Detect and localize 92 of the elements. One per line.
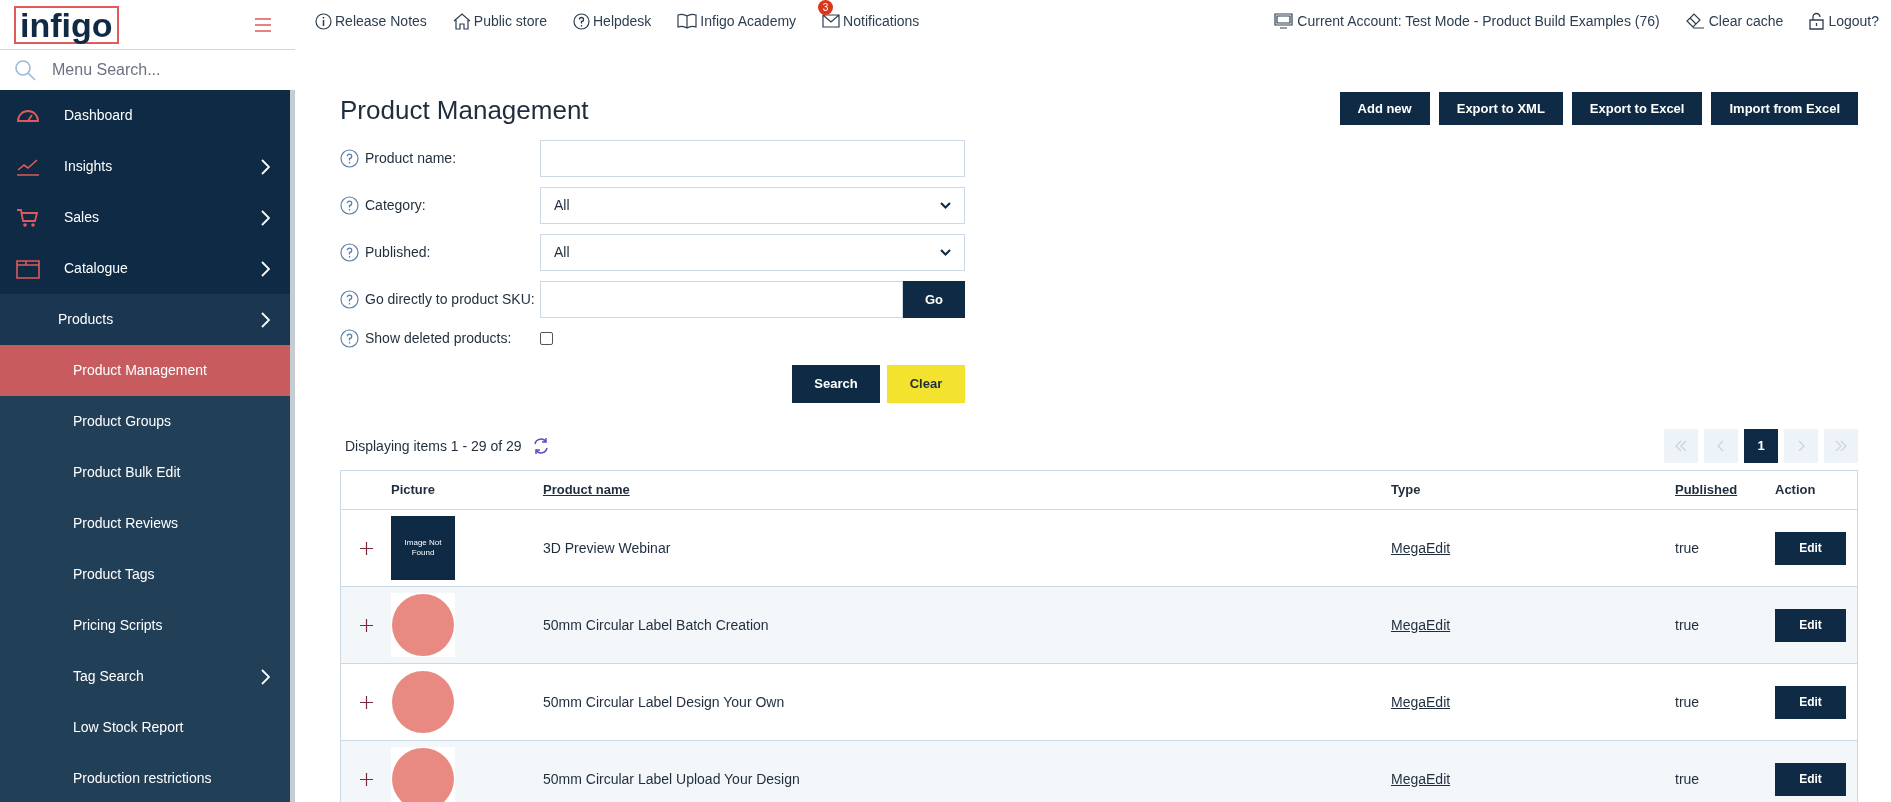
chevron-right-icon bbox=[260, 158, 270, 175]
logo[interactable]: infigo bbox=[14, 5, 119, 44]
type-link[interactable]: MegaEdit bbox=[1391, 614, 1451, 636]
gauge-icon bbox=[16, 107, 40, 124]
top-nav-link[interactable]: Infigo Academy bbox=[677, 10, 797, 32]
edit-button[interactable]: Edit bbox=[1775, 608, 1846, 642]
column-header: Action bbox=[1775, 481, 1816, 500]
expand-plus-icon[interactable] bbox=[359, 695, 373, 709]
filter-label: Category: bbox=[365, 196, 426, 215]
header-button[interactable]: Export to XML bbox=[1438, 92, 1563, 125]
notification-badge: 3 bbox=[818, 0, 834, 15]
edit-button[interactable]: Edit bbox=[1775, 685, 1846, 719]
chevron-down-icon bbox=[940, 249, 951, 256]
expand-plus-icon[interactable] bbox=[359, 772, 373, 786]
chevron-down-icon bbox=[940, 202, 951, 209]
top-nav-link[interactable]: Release Notes bbox=[315, 10, 427, 32]
header-button[interactable]: Add new bbox=[1339, 92, 1430, 125]
filter-label: Published: bbox=[365, 243, 431, 262]
sku-input-field[interactable] bbox=[540, 281, 903, 318]
edit-button[interactable]: Edit bbox=[1775, 762, 1846, 796]
page-button[interactable]: 1 bbox=[1744, 429, 1778, 463]
column-header: Type bbox=[1391, 481, 1421, 500]
table-cell-text: true bbox=[1675, 538, 1700, 558]
checkbox[interactable] bbox=[540, 332, 553, 345]
top-nav-link[interactable]: Helpdesk bbox=[573, 10, 652, 32]
sidebar-item[interactable]: Products bbox=[0, 294, 290, 345]
sidebar-item[interactable]: Catalogue bbox=[0, 243, 290, 294]
trend-chart-icon bbox=[16, 157, 40, 176]
eraser-icon bbox=[1685, 13, 1705, 29]
monitor-icon bbox=[1274, 13, 1294, 29]
table-cell-text: true bbox=[1675, 615, 1700, 635]
expand-plus-icon[interactable] bbox=[359, 618, 373, 632]
cart-icon bbox=[16, 207, 40, 228]
account-link[interactable]: Clear cache bbox=[1685, 10, 1784, 32]
filter-label: Go directly to product SKU: bbox=[365, 290, 535, 309]
header-button[interactable]: Import from Excel bbox=[1711, 92, 1858, 125]
dropdown-field[interactable]: All bbox=[540, 187, 965, 224]
help-icon[interactable] bbox=[340, 329, 359, 348]
clear-button[interactable]: Clear bbox=[887, 365, 965, 403]
info-icon bbox=[315, 12, 332, 30]
column-header: Picture bbox=[391, 481, 436, 500]
expand-plus-icon[interactable] bbox=[359, 541, 373, 555]
sidebar-item[interactable]: Insights bbox=[0, 141, 290, 192]
envelope-icon bbox=[822, 14, 841, 28]
top-nav-link[interactable]: Public store bbox=[452, 10, 547, 32]
book-icon bbox=[677, 13, 698, 29]
table-cell-text: true bbox=[1675, 769, 1700, 789]
refresh-icon[interactable] bbox=[531, 437, 550, 455]
table-cell-text: true bbox=[1675, 692, 1700, 712]
items-summary: Displaying items 1 - 29 of 29 bbox=[345, 436, 522, 456]
photo-placeholder bbox=[391, 593, 455, 657]
type-link[interactable]: MegaEdit bbox=[1391, 691, 1451, 713]
sidebar-item[interactable]: Dashboard bbox=[0, 90, 290, 141]
column-header[interactable]: Product name bbox=[543, 480, 630, 500]
sidebar-item[interactable]: Sales bbox=[0, 192, 290, 243]
edit-button[interactable]: Edit bbox=[1775, 531, 1846, 565]
column-header[interactable]: Published bbox=[1675, 480, 1738, 500]
help-icon[interactable] bbox=[340, 243, 359, 262]
padlock-icon bbox=[1809, 12, 1825, 30]
placeholder-caption: Image Not Found bbox=[403, 538, 443, 558]
type-link[interactable]: MegaEdit bbox=[1391, 768, 1451, 790]
chevron-right-icon bbox=[260, 209, 270, 226]
home-icon bbox=[452, 12, 471, 30]
filter-label: Show deleted products: bbox=[365, 329, 512, 348]
go-button[interactable]: Go bbox=[903, 281, 965, 318]
table-cell-text: 50mm Circular Label Upload Your Design bbox=[543, 769, 801, 789]
help-icon[interactable] bbox=[340, 290, 359, 309]
menu-icon[interactable] bbox=[255, 16, 271, 33]
page-title: Product Management bbox=[340, 94, 589, 127]
dropdown-field[interactable]: All bbox=[540, 234, 965, 271]
filter-label: Product name: bbox=[365, 149, 457, 168]
menu-search-field[interactable]: Menu Search... bbox=[0, 50, 295, 90]
table-cell-text: 50mm Circular Label Design Your Own bbox=[543, 692, 786, 712]
table-cell-text: 3D Preview Webinar bbox=[543, 538, 672, 558]
help-icon bbox=[573, 12, 590, 30]
chevron-icon bbox=[1675, 440, 1687, 452]
chevron-icon bbox=[1835, 440, 1847, 452]
account-link[interactable]: Logout? bbox=[1809, 10, 1879, 32]
folder-icon bbox=[16, 258, 40, 279]
chevron-right-icon bbox=[260, 668, 270, 685]
help-icon[interactable] bbox=[340, 196, 359, 215]
chevron-right-icon bbox=[260, 311, 270, 328]
sidebar-item[interactable]: Product Management bbox=[0, 345, 290, 396]
help-icon[interactable] bbox=[340, 149, 359, 168]
header-button[interactable]: Export to Excel bbox=[1571, 92, 1703, 125]
search-button[interactable]: Search bbox=[792, 365, 880, 403]
account-link[interactable]: Current Account: Test Mode - Product Build Examples (76) bbox=[1274, 10, 1660, 32]
table-cell-text: 50mm Circular Label Batch Creation bbox=[543, 615, 770, 635]
chevron-right-icon bbox=[260, 260, 270, 277]
search-icon bbox=[14, 59, 36, 81]
text-input-field[interactable] bbox=[540, 140, 965, 177]
type-link[interactable]: MegaEdit bbox=[1391, 537, 1451, 559]
